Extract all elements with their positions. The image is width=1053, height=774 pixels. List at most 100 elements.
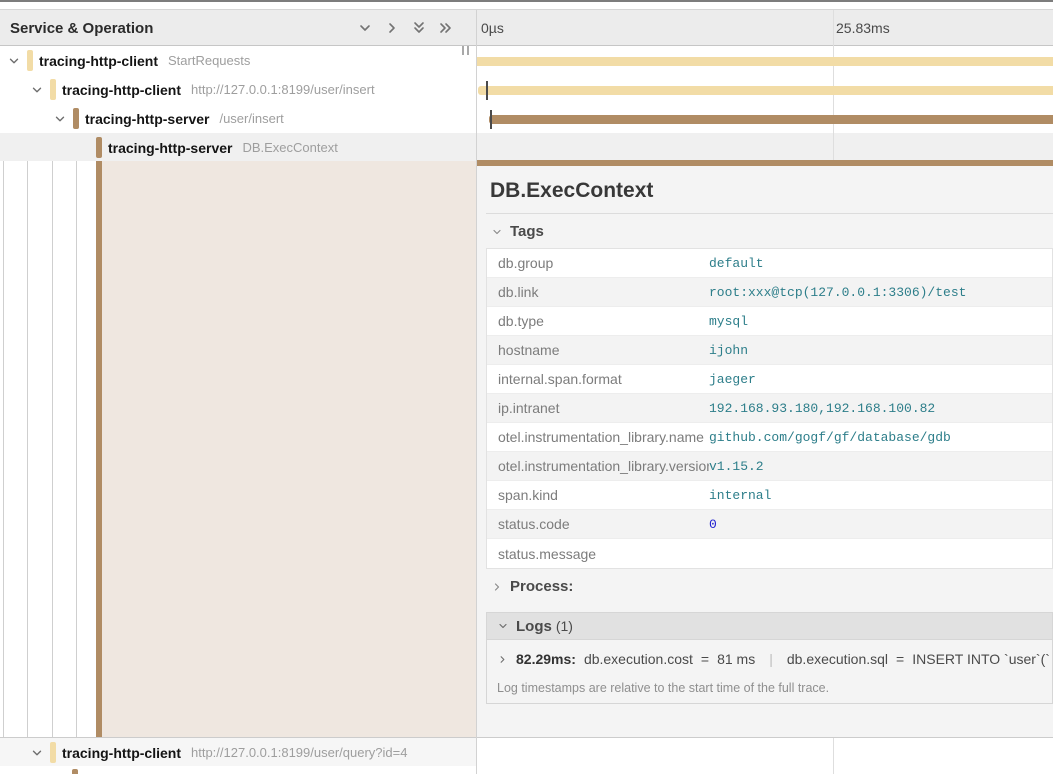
collapse-one-icon[interactable] (356, 19, 374, 37)
tag-value: v1.15.2 (709, 459, 764, 474)
tag-key: span.kind (487, 487, 709, 503)
span-bar-user-insert-client[interactable] (478, 86, 1053, 95)
collapse-all-icon[interactable] (410, 19, 428, 37)
selected-span-tint-area (102, 161, 476, 737)
span-detail-panel: DB.ExecContext Tags db.group default db.… (477, 166, 1053, 737)
tag-value: default (709, 256, 764, 271)
logs-accordion-header[interactable]: Logs (1) (487, 613, 1052, 640)
span-color-strip (73, 108, 79, 129)
indent-guide (52, 161, 53, 737)
span-log-marker (490, 110, 492, 129)
trace-timeline-view: Service & Operation 0µs 25.83ms tracing-… (0, 0, 1053, 774)
span-log-marker (486, 81, 488, 100)
tag-row: span.kind internal (487, 481, 1052, 510)
tag-key: otel.instrumentation_library.name (487, 429, 709, 445)
tag-key: hostname (487, 342, 709, 358)
span-bar-user-insert-server[interactable] (489, 115, 1053, 124)
equals-sign: = (896, 651, 904, 667)
indent-guide (27, 161, 28, 737)
divider (0, 737, 1053, 738)
span-color-strip (96, 137, 102, 158)
span-color-strip (27, 50, 33, 71)
indent-guide (3, 161, 4, 737)
tags-table: db.group default db.link root:xxx@tcp(12… (486, 248, 1053, 569)
detail-row-left-gutter (0, 161, 476, 737)
logs-footnote: Log timestamps are relative to the start… (497, 681, 829, 695)
span-row-user-insert-client[interactable]: tracing-http-client http://127.0.0.1:819… (0, 75, 476, 104)
tags-label: Tags (510, 223, 544, 240)
span-service-name: tracing-http-client (39, 53, 158, 69)
field-separator: | (769, 651, 773, 667)
tag-key: otel.instrumentation_library.version (487, 458, 709, 474)
span-bar-start-requests[interactable] (476, 57, 1053, 66)
chevron-down-icon[interactable] (29, 75, 45, 104)
span-detail-title: DB.ExecContext (490, 179, 653, 203)
column-divider[interactable] (476, 10, 477, 774)
tag-row: ip.intranet 192.168.93.180,192.168.100.8… (487, 394, 1052, 423)
tag-row: hostname ijohn (487, 336, 1052, 365)
tag-value: jaeger (709, 372, 756, 387)
span-operation-name: /user/insert (219, 111, 283, 126)
span-color-strip (50, 79, 56, 100)
next-span-color-strip (72, 769, 78, 774)
timeline-gridline (833, 737, 834, 774)
span-operation-name: http://127.0.0.1:8199/user/query?id=4 (191, 745, 407, 760)
tag-key: db.group (487, 255, 709, 271)
chevron-down-icon[interactable] (6, 46, 22, 75)
tag-row: db.group default (487, 249, 1052, 278)
chevron-down-icon (491, 226, 503, 238)
tag-row: db.link root:xxx@tcp(127.0.0.1:3306)/tes… (487, 278, 1052, 307)
span-operation-name: http://127.0.0.1:8199/user/insert (191, 82, 375, 97)
tags-accordion-header[interactable]: Tags (491, 223, 544, 240)
span-row-start-requests[interactable]: tracing-http-client StartRequests (0, 46, 476, 75)
span-row-user-insert-server[interactable]: tracing-http-server /user/insert (0, 104, 476, 133)
span-operation-name: DB.ExecContext (242, 140, 337, 155)
process-label: Process: (510, 578, 573, 595)
chevron-down-icon[interactable] (29, 738, 45, 767)
span-service-name: tracing-http-client (62, 745, 181, 761)
tag-key: ip.intranet (487, 400, 709, 416)
tag-row: internal.span.format jaeger (487, 365, 1052, 394)
logs-label: Logs (516, 618, 552, 635)
span-service-name: tracing-http-server (85, 111, 209, 127)
chevron-down-icon (497, 620, 509, 632)
log-field-value: INSERT INTO `user`(`name` (912, 651, 1049, 667)
log-field-key: db.execution.sql (787, 651, 888, 667)
tag-row: otel.instrumentation_library.name github… (487, 423, 1052, 452)
span-operation-name: StartRequests (168, 53, 250, 68)
divider (486, 213, 1053, 214)
span-row-db-execcontext[interactable]: tracing-http-server DB.ExecContext (0, 133, 476, 162)
log-field-key: db.execution.cost (584, 651, 693, 667)
logs-count: (1) (556, 618, 573, 634)
tag-value: 0 (709, 517, 717, 532)
log-timestamp: 82.29ms: (516, 651, 576, 667)
span-row-user-query-client[interactable]: tracing-http-client http://127.0.0.1:819… (0, 738, 476, 767)
expand-all-icon[interactable] (437, 19, 455, 37)
logs-section: Logs (1) 82.29ms: db.execution.cost = 81… (486, 612, 1053, 704)
tag-row: db.type mysql (487, 307, 1052, 336)
tag-value: root:xxx@tcp(127.0.0.1:3306)/test (709, 285, 966, 300)
tag-key: db.type (487, 313, 709, 329)
chevron-down-icon[interactable] (52, 104, 68, 133)
chevron-right-icon (497, 654, 508, 665)
log-field-value: 81 ms (717, 651, 755, 667)
tag-row: otel.instrumentation_library.version v1.… (487, 452, 1052, 481)
tag-value: ijohn (709, 343, 748, 358)
span-color-strip (50, 742, 56, 763)
tag-key: db.link (487, 284, 709, 300)
tag-key: internal.span.format (487, 371, 709, 387)
timeline-ticks: 0µs 25.83ms (476, 10, 1053, 46)
chevron-right-icon (491, 581, 503, 593)
tag-value: mysql (709, 314, 748, 329)
tag-value: internal (709, 488, 771, 503)
tag-value: github.com/gogf/gf/database/gdb (709, 430, 951, 445)
service-operation-title: Service & Operation (10, 20, 153, 37)
log-entry-row[interactable]: 82.29ms: db.execution.cost = 81 ms | db.… (497, 651, 1049, 667)
tick-label-0: 0µs (481, 10, 504, 46)
tag-key: status.code (487, 516, 709, 532)
process-accordion-header[interactable]: Process: (491, 578, 573, 595)
expand-one-icon[interactable] (383, 19, 401, 37)
indent-guide (76, 161, 77, 737)
timeline-header: Service & Operation 0µs 25.83ms (0, 10, 1053, 46)
span-service-name: tracing-http-server (108, 140, 232, 156)
